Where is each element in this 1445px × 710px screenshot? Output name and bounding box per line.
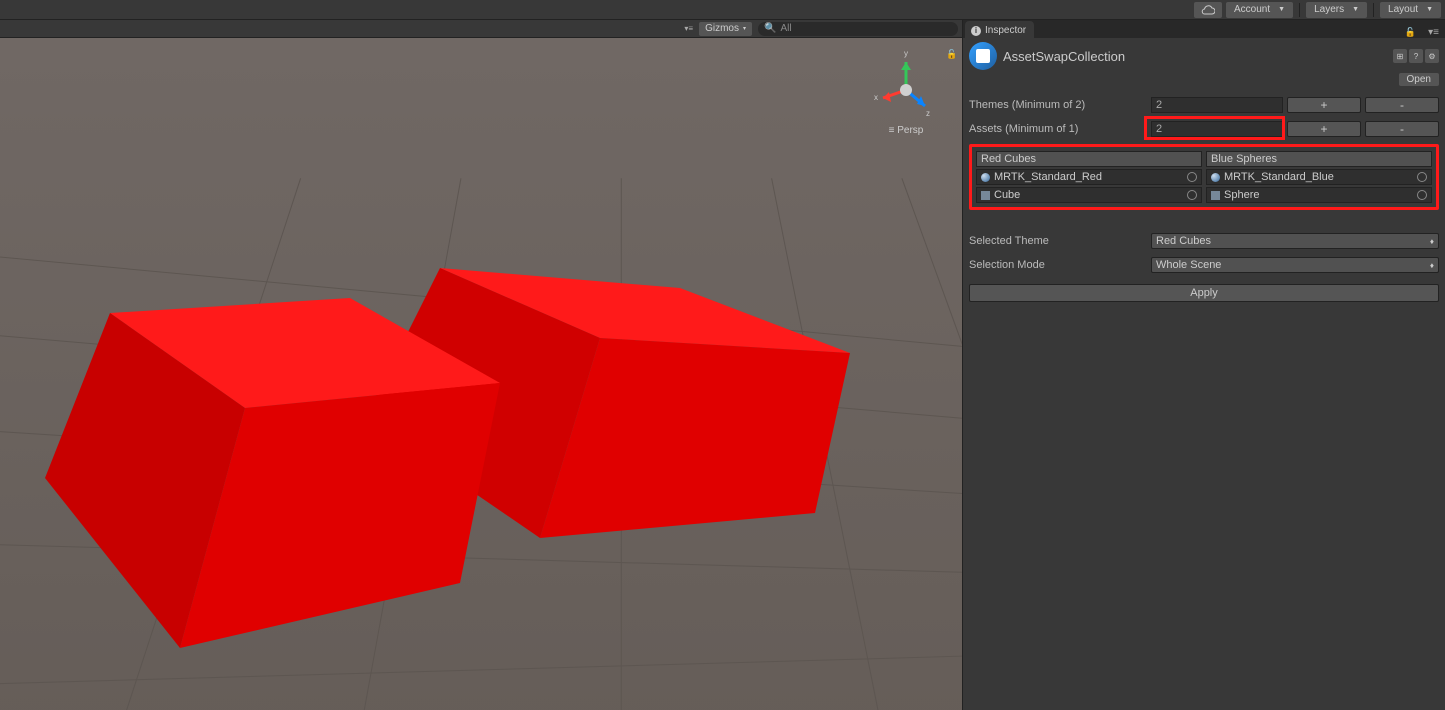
- assets-decrement-button[interactable]: -: [1365, 121, 1439, 137]
- themes-collection-highlight: Red Cubes MRTK_Standard_Red Cube Blue Sp…: [969, 144, 1439, 210]
- axis-z-label: z: [926, 109, 930, 118]
- account-dropdown[interactable]: Account▼: [1226, 2, 1293, 18]
- themes-row: Themes (Minimum of 2) 2 + -: [969, 96, 1439, 114]
- scene-toolbar: ▾≡ Gizmos ▾ 🔍All: [0, 20, 962, 38]
- toolbar-drag-handle[interactable]: ▾≡: [684, 24, 693, 33]
- help-button[interactable]: ?: [1409, 49, 1423, 63]
- assets-count-field[interactable]: 2: [1151, 121, 1283, 137]
- top-toolbar: Account▼ Layers▼ Layout▼: [0, 0, 1445, 20]
- layout-dropdown[interactable]: Layout▼: [1380, 2, 1441, 18]
- axis-x-label: x: [874, 93, 878, 102]
- selected-theme-dropdown[interactable]: Red Cubes♦: [1151, 233, 1439, 249]
- asset-slot-mesh[interactable]: Cube: [976, 187, 1202, 203]
- apply-button[interactable]: Apply: [969, 284, 1439, 302]
- scene-viewport[interactable]: x y z ≡ Persp: [0, 38, 962, 710]
- theme-column-1: Blue Spheres MRTK_Standard_Blue Sphere: [1206, 151, 1432, 203]
- material-icon: [981, 173, 990, 182]
- cloud-icon: [1201, 5, 1215, 15]
- selected-theme-label: Selected Theme: [969, 235, 1147, 247]
- object-picker-icon[interactable]: [1187, 190, 1197, 200]
- info-icon: i: [971, 26, 981, 36]
- object-picker-icon[interactable]: [1417, 172, 1427, 182]
- scene-search-input[interactable]: 🔍All: [758, 22, 958, 36]
- chevron-down-icon: ▼: [1278, 6, 1285, 13]
- dropdown-arrow-icon: ♦: [1430, 261, 1434, 270]
- inspector-panel: i Inspector ▾≡ AssetSwapCollection ⊞ ? ⚙…: [962, 20, 1445, 710]
- selected-theme-row: Selected Theme Red Cubes♦: [969, 232, 1439, 250]
- theme-name-field[interactable]: Red Cubes: [976, 151, 1202, 167]
- dropdown-arrow-icon: ♦: [1430, 237, 1434, 246]
- scriptable-object-icon: [969, 42, 997, 70]
- mesh-icon: [981, 191, 990, 200]
- gizmos-dropdown[interactable]: Gizmos ▾: [699, 22, 752, 36]
- inspector-tab[interactable]: i Inspector: [965, 21, 1034, 38]
- asset-slot-material[interactable]: MRTK_Standard_Blue: [1206, 169, 1432, 185]
- asset-slot-material[interactable]: MRTK_Standard_Red: [976, 169, 1202, 185]
- chevron-down-icon: ▼: [1426, 6, 1433, 13]
- assets-increment-button[interactable]: +: [1287, 121, 1361, 137]
- toolbar-divider: [1299, 3, 1300, 17]
- scene-view-panel: ▾≡ Gizmos ▾ 🔍All: [0, 20, 962, 710]
- open-asset-button[interactable]: Open: [1399, 73, 1439, 86]
- chevron-down-icon: ▼: [1352, 6, 1359, 13]
- themes-label: Themes (Minimum of 2): [969, 99, 1147, 111]
- object-header: AssetSwapCollection ⊞ ? ⚙: [963, 38, 1445, 72]
- search-icon: 🔍: [764, 23, 776, 34]
- highlight-assets-count: [1144, 116, 1285, 140]
- themes-count-field[interactable]: 2: [1151, 97, 1283, 113]
- assets-label: Assets (Minimum of 1): [969, 123, 1147, 135]
- assets-row: Assets (Minimum of 1) 2 + -: [969, 120, 1439, 138]
- cloud-collab-button[interactable]: [1194, 2, 1222, 18]
- orientation-gizmo[interactable]: x y z ≡ Persp: [866, 48, 946, 136]
- prefab-overrides-button[interactable]: ⊞: [1393, 49, 1407, 63]
- lock-icon[interactable]: [946, 48, 956, 58]
- mesh-icon: [1211, 191, 1220, 200]
- preset-button[interactable]: ⚙: [1425, 49, 1439, 63]
- toolbar-divider: [1373, 3, 1374, 17]
- layers-dropdown[interactable]: Layers▼: [1306, 2, 1367, 18]
- scene-cubes: [40, 228, 860, 668]
- asset-slot-mesh[interactable]: Sphere: [1206, 187, 1432, 203]
- inspector-menu-button[interactable]: ▾≡: [1422, 27, 1445, 38]
- object-picker-icon[interactable]: [1187, 172, 1197, 182]
- inspector-lock-button[interactable]: [1399, 27, 1422, 38]
- selection-mode-dropdown[interactable]: Whole Scene♦: [1151, 257, 1439, 273]
- object-title: AssetSwapCollection: [1003, 49, 1393, 64]
- themes-increment-button[interactable]: +: [1287, 97, 1361, 113]
- object-picker-icon[interactable]: [1417, 190, 1427, 200]
- selection-mode-row: Selection Mode Whole Scene♦: [969, 256, 1439, 274]
- theme-name-field[interactable]: Blue Spheres: [1206, 151, 1432, 167]
- themes-decrement-button[interactable]: -: [1365, 97, 1439, 113]
- selection-mode-label: Selection Mode: [969, 259, 1147, 271]
- projection-label[interactable]: ≡ Persp: [866, 125, 946, 136]
- material-icon: [1211, 173, 1220, 182]
- theme-column-0: Red Cubes MRTK_Standard_Red Cube: [976, 151, 1202, 203]
- axis-y-label: y: [904, 49, 908, 58]
